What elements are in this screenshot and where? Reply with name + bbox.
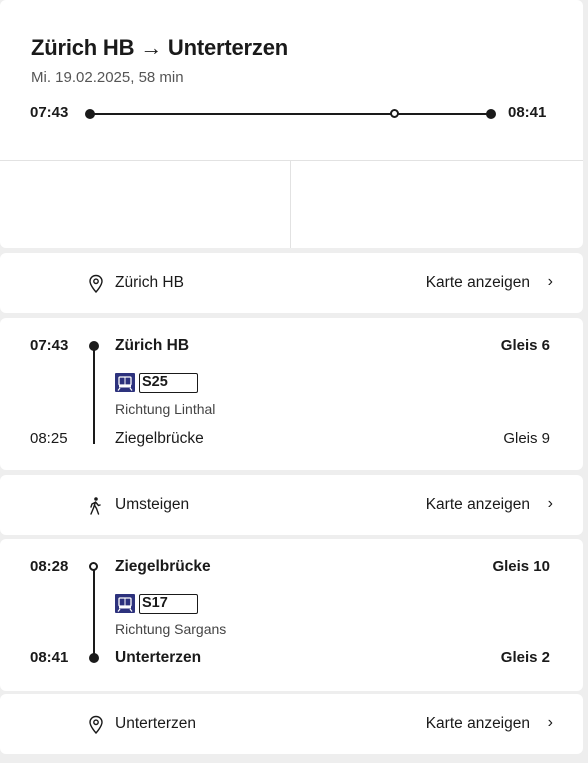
- chevron-right-icon[interactable]: ›: [548, 273, 553, 291]
- leg-departure-stop: Ziegelbrücke: [115, 558, 211, 575]
- leg-arrival-platform: Gleis 9: [503, 430, 550, 447]
- journey-leg-2[interactable]: 08:28 Ziegelbrücke Gleis 10 S17 Richtung…: [0, 539, 583, 691]
- leg-departure-time: 07:43: [30, 337, 69, 354]
- line-badge: S25: [139, 373, 198, 393]
- walking-person-icon: [90, 497, 101, 515]
- leg-end-dot: [89, 653, 99, 663]
- train-icon: [115, 594, 135, 613]
- leg-direction: Richtung Sargans: [115, 621, 227, 637]
- timeline-start-dot: [85, 109, 95, 119]
- leg-direction: Richtung Linthal: [115, 401, 216, 417]
- journey-title: Zürich HB → Unterterzen: [31, 35, 288, 60]
- leg-departure-platform: Gleis 10: [492, 558, 550, 575]
- transfer-label: Umsteigen: [115, 496, 190, 513]
- leg-arrival-time: 08:41: [30, 649, 69, 666]
- timeline-departure-time: 07:43: [30, 104, 69, 121]
- leg-arrival-time: 08:25: [30, 430, 68, 447]
- timeline-arrival-time: 08:41: [508, 104, 547, 121]
- map-pin-icon: [89, 274, 103, 294]
- end-location-row[interactable]: Unterterzen Karte anzeigen ›: [0, 694, 583, 754]
- show-map-link[interactable]: Karte anzeigen: [426, 274, 530, 292]
- leg-departure-time: 08:28: [30, 558, 69, 575]
- header-divider: [0, 160, 583, 161]
- train-icon: [115, 373, 135, 392]
- end-location-name: Unterterzen: [115, 715, 196, 732]
- journey-leg-1[interactable]: 07:43 Zürich HB Gleis 6 S25 Richtung Lin…: [0, 318, 583, 470]
- chevron-right-icon[interactable]: ›: [548, 495, 553, 513]
- line-badge: S17: [139, 594, 198, 614]
- timeline-transfer-dot: [390, 109, 399, 118]
- show-map-link[interactable]: Karte anzeigen: [426, 496, 530, 514]
- timeline-end-dot: [486, 109, 496, 119]
- chevron-right-icon[interactable]: ›: [548, 714, 553, 732]
- leg-departure-stop: Zürich HB: [115, 337, 190, 354]
- leg-departure-platform: Gleis 6: [500, 337, 550, 354]
- journey-summary-card: Zürich HB → Unterterzen Mi. 19.02.2025, …: [0, 0, 583, 248]
- leg-line: [93, 570, 95, 658]
- timeline-line: [90, 113, 491, 115]
- transfer-row[interactable]: Umsteigen Karte anzeigen ›: [0, 475, 583, 535]
- leg-line: [93, 346, 95, 444]
- leg-arrival-stop: Unterterzen: [115, 649, 202, 666]
- journey-date-duration: Mi. 19.02.2025, 58 min: [31, 69, 184, 86]
- start-location-name: Zürich HB: [115, 274, 184, 291]
- show-map-link[interactable]: Karte anzeigen: [426, 715, 530, 733]
- map-pin-icon: [89, 715, 103, 735]
- leg-arrival-stop: Ziegelbrücke: [115, 430, 204, 447]
- start-location-row[interactable]: Zürich HB Karte anzeigen ›: [0, 253, 583, 313]
- header-column-divider: [290, 160, 291, 248]
- leg-arrival-platform: Gleis 2: [500, 649, 550, 666]
